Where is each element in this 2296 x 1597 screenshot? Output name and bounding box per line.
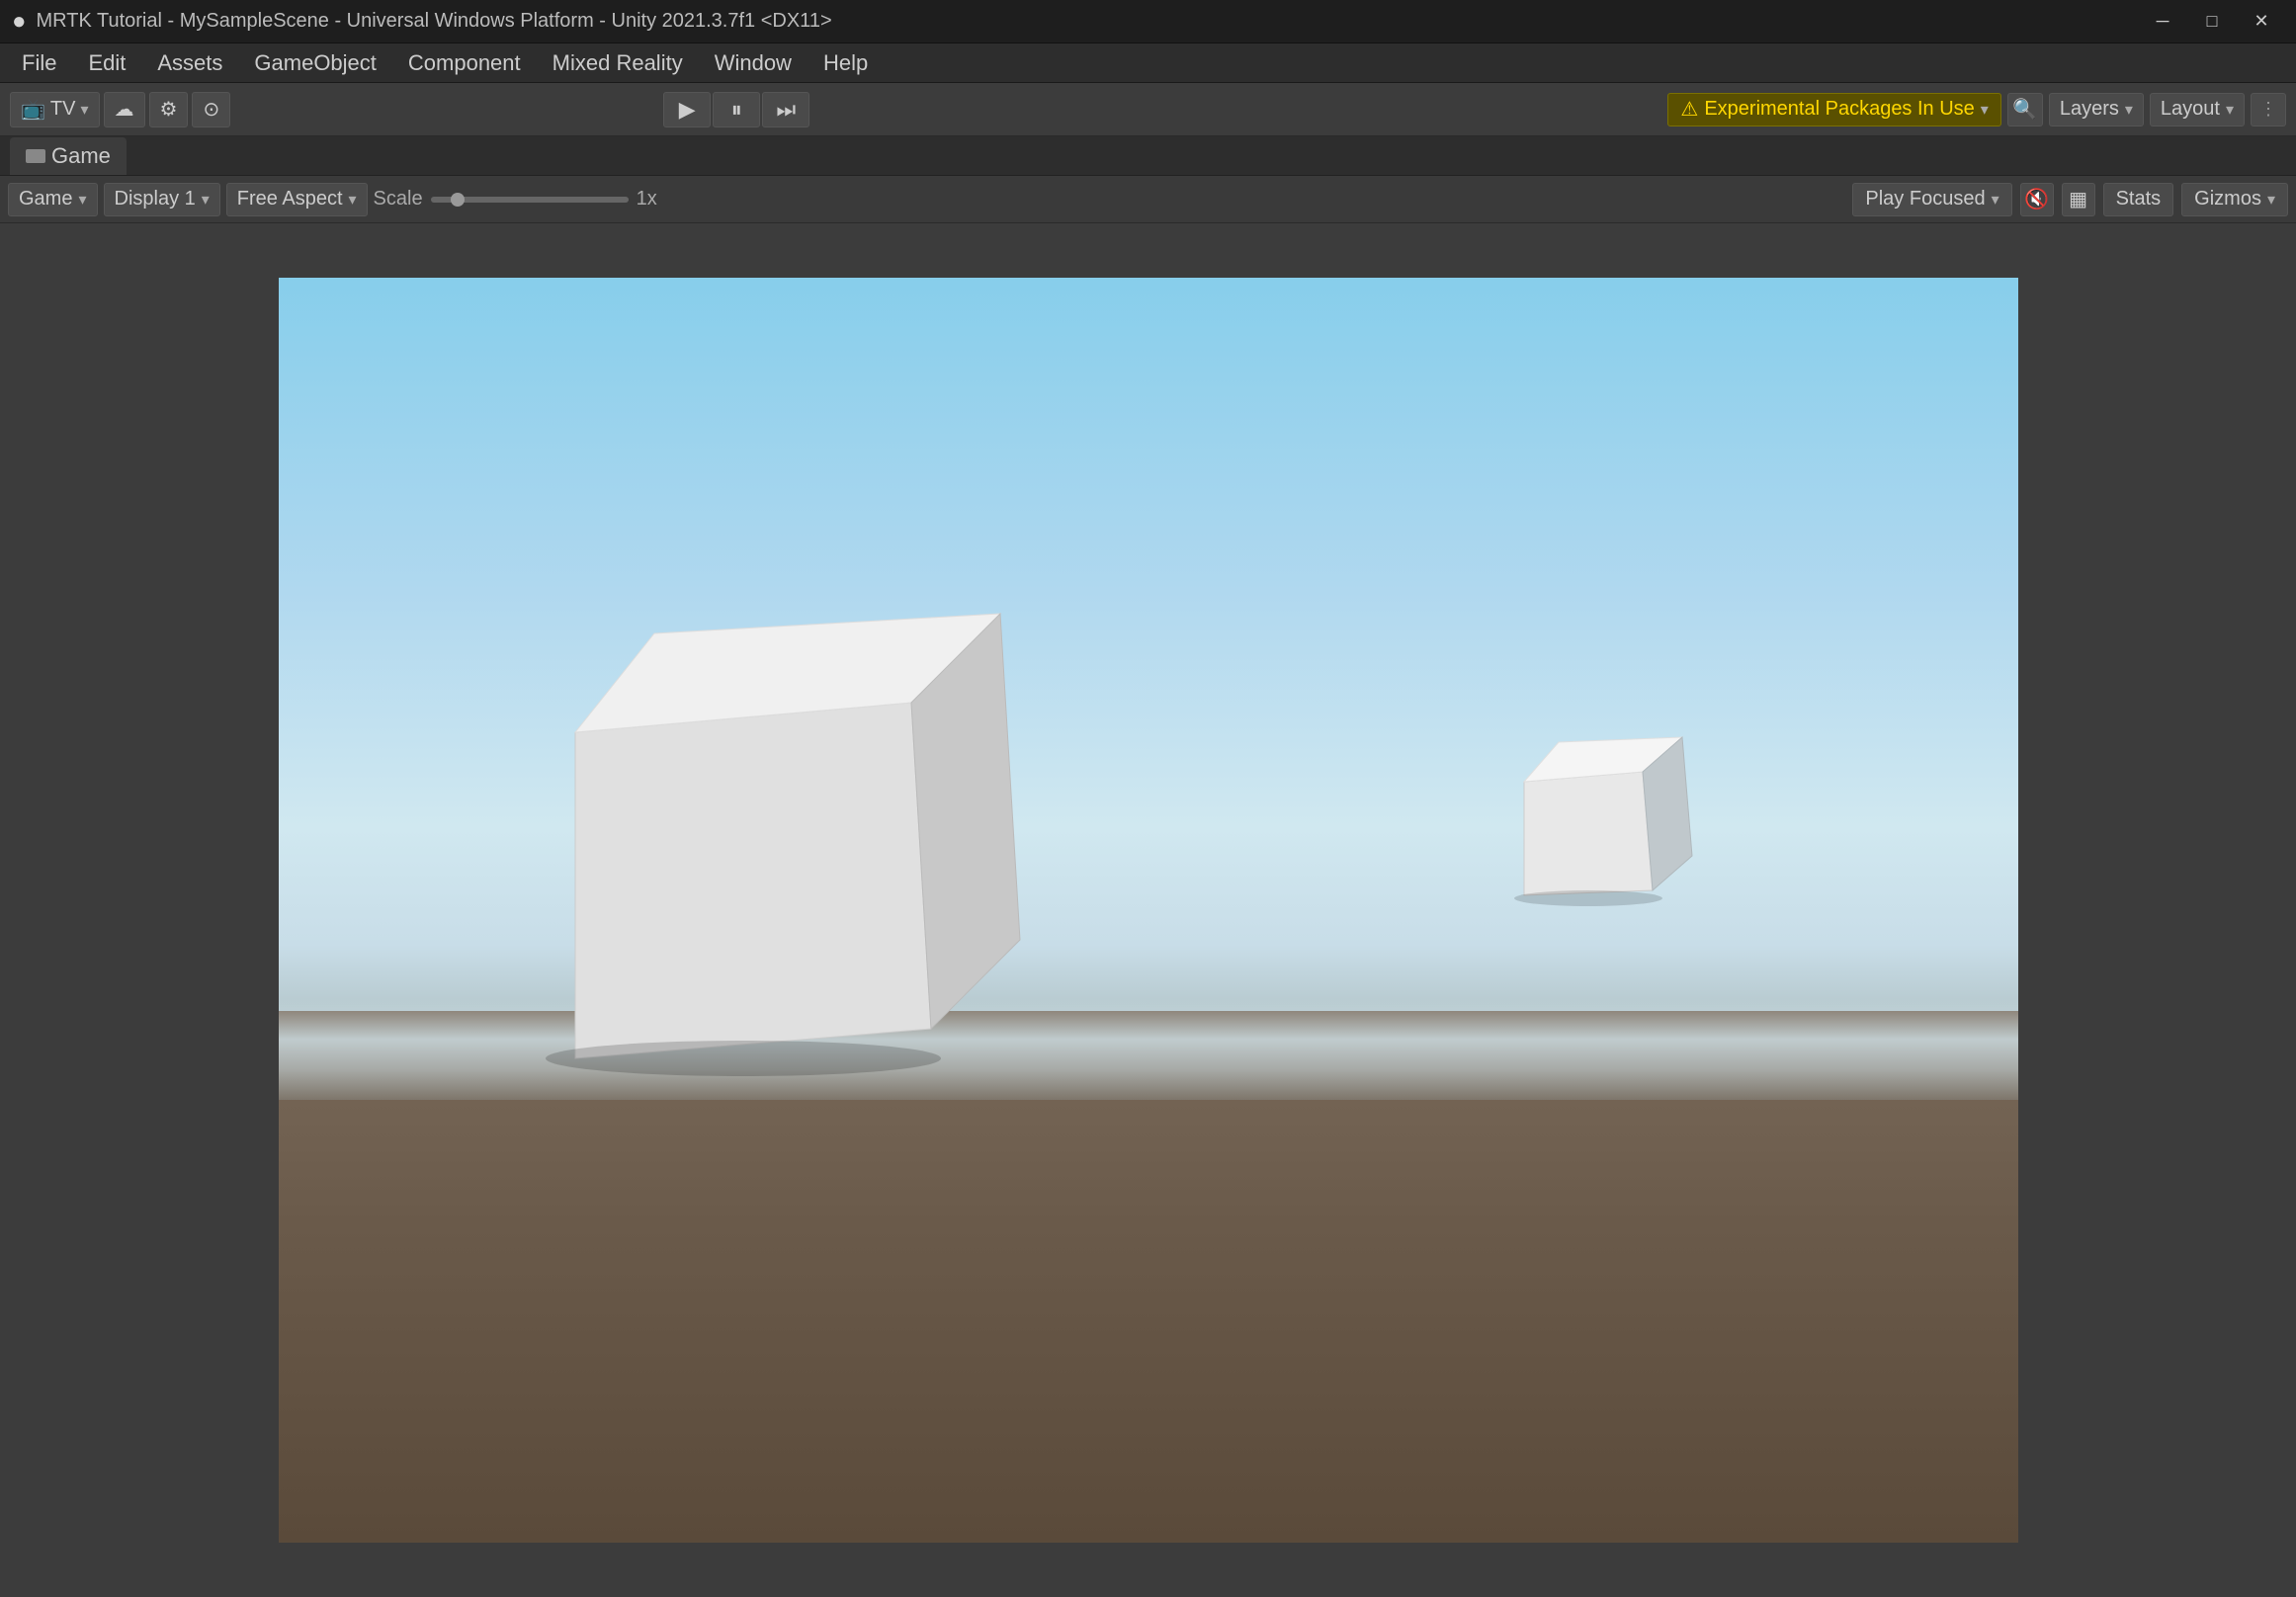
layers-label: Layers [2060, 98, 2119, 121]
panel-tabbar: Game [0, 136, 2296, 176]
small-cube-svg [1494, 722, 1712, 920]
main-content [0, 223, 2296, 1597]
aspect-dropdown[interactable]: Free Aspect [226, 183, 368, 216]
aspect-chevron [349, 188, 357, 210]
gizmos-label: Gizmos [2194, 188, 2261, 210]
menu-window[interactable]: Window [701, 46, 806, 80]
exp-chevron [1981, 98, 1989, 121]
tab-game[interactable]: Game [10, 137, 127, 175]
display-dropdown[interactable]: Display 1 [104, 183, 220, 216]
unity-icon: ● [12, 8, 27, 36]
step-icon: ⏭ [776, 97, 796, 123]
game-tab-label: Game [51, 143, 111, 169]
gizmos-chevron [2267, 188, 2275, 210]
toolbar-left-group: 📺 TV ☁ ⚙ ⊙ [10, 92, 230, 127]
dots-icon: ⋮ [2259, 99, 2277, 120]
menu-assets[interactable]: Assets [143, 46, 236, 80]
scale-row: Scale 1x [374, 188, 657, 210]
tv-icon: 📺 [21, 97, 45, 122]
aspect-label: Free Aspect [237, 188, 343, 210]
stats-label: Stats [2116, 188, 2162, 210]
layers-dropdown[interactable]: Layers [2049, 93, 2144, 126]
stats-chart-icon: ▦ [2069, 187, 2087, 211]
menubar: File Edit Assets GameObject Component Mi… [0, 43, 2296, 83]
menu-help[interactable]: Help [809, 46, 882, 80]
maximize-button[interactable]: □ [2189, 6, 2235, 38]
play-icon: ▶ [679, 97, 696, 123]
toolbar-right: ⚠ Experimental Packages In Use 🔍 Layers … [1667, 93, 2286, 126]
titlebar: ● MRTK Tutorial - MySampleScene - Univer… [0, 0, 2296, 43]
account-icon: ⊙ [203, 97, 219, 122]
scale-label: Scale [374, 188, 423, 210]
display-label: Display 1 [115, 188, 196, 210]
stats-icon-button[interactable]: ▦ [2062, 183, 2095, 216]
large-cube-svg [496, 574, 1030, 1088]
step-button[interactable]: ⏭ [762, 92, 809, 127]
settings-button[interactable]: ⚙ [149, 92, 189, 127]
pause-icon: ⏸ [731, 97, 742, 123]
play-controls: ▶ ⏸ ⏭ [663, 92, 809, 127]
game-toolbar: Game Display 1 Free Aspect Scale 1x Play… [0, 176, 2296, 223]
layers-chevron [2125, 98, 2133, 121]
large-cube [496, 574, 1030, 1088]
experimental-packages-button[interactable]: ⚠ Experimental Packages In Use [1667, 93, 2000, 126]
play-button[interactable]: ▶ [663, 92, 711, 127]
layout-dropdown[interactable]: Layout [2150, 93, 2245, 126]
mute-icon: 🔇 [2024, 187, 2049, 211]
game-dropdown[interactable]: Game [8, 183, 98, 216]
display-chevron [202, 188, 210, 210]
game-label: Game [19, 188, 72, 210]
tv-chevron [80, 98, 88, 121]
stats-button[interactable]: Stats [2103, 183, 2174, 216]
play-focused-chevron [1992, 188, 1999, 210]
menu-gameobject[interactable]: GameObject [240, 46, 390, 80]
experimental-packages-label: Experimental Packages In Use [1704, 98, 1974, 121]
play-focused-button[interactable]: Play Focused [1852, 183, 2011, 216]
cloud-icon: ☁ [115, 97, 134, 122]
titlebar-title: MRTK Tutorial - MySampleScene - Universa… [37, 10, 832, 33]
tv-button[interactable]: 📺 TV [10, 92, 100, 127]
game-toolbar-right: Play Focused 🔇 ▦ Stats Gizmos [1852, 183, 2288, 216]
gizmos-button[interactable]: Gizmos [2181, 183, 2288, 216]
scale-slider[interactable] [431, 197, 629, 203]
warning-icon: ⚠ [1680, 97, 1698, 122]
play-focused-label: Play Focused [1865, 188, 1985, 210]
titlebar-left: ● MRTK Tutorial - MySampleScene - Univer… [12, 8, 832, 36]
pause-button[interactable]: ⏸ [713, 92, 760, 127]
menu-edit[interactable]: Edit [74, 46, 139, 80]
game-chevron [78, 188, 86, 210]
menu-component[interactable]: Component [394, 46, 535, 80]
settings-icon: ⚙ [160, 97, 178, 122]
titlebar-controls: ─ □ ✕ [2140, 6, 2284, 38]
game-tab-icon [26, 149, 45, 163]
layout-label: Layout [2161, 98, 2220, 121]
minimize-button[interactable]: ─ [2140, 6, 2185, 38]
tv-label: TV [50, 98, 76, 121]
account-button[interactable]: ⊙ [192, 92, 230, 127]
close-button[interactable]: ✕ [2239, 6, 2284, 38]
cloud-button[interactable]: ☁ [104, 92, 145, 127]
scale-slider-thumb [451, 193, 465, 207]
scale-value: 1x [637, 188, 657, 210]
menu-file[interactable]: File [8, 46, 70, 80]
main-toolbar: 📺 TV ☁ ⚙ ⊙ ▶ ⏸ ⏭ ⚠ Experimental Packages… [0, 83, 2296, 136]
layout-chevron [2226, 98, 2234, 121]
search-button[interactable]: 🔍 [2007, 93, 2043, 126]
small-cube [1494, 722, 1712, 920]
menu-mixed-reality[interactable]: Mixed Reality [539, 46, 697, 80]
mute-button[interactable]: 🔇 [2020, 183, 2054, 216]
search-icon: 🔍 [2012, 97, 2037, 122]
game-viewport [279, 278, 2018, 1543]
more-options-button[interactable]: ⋮ [2251, 93, 2286, 126]
